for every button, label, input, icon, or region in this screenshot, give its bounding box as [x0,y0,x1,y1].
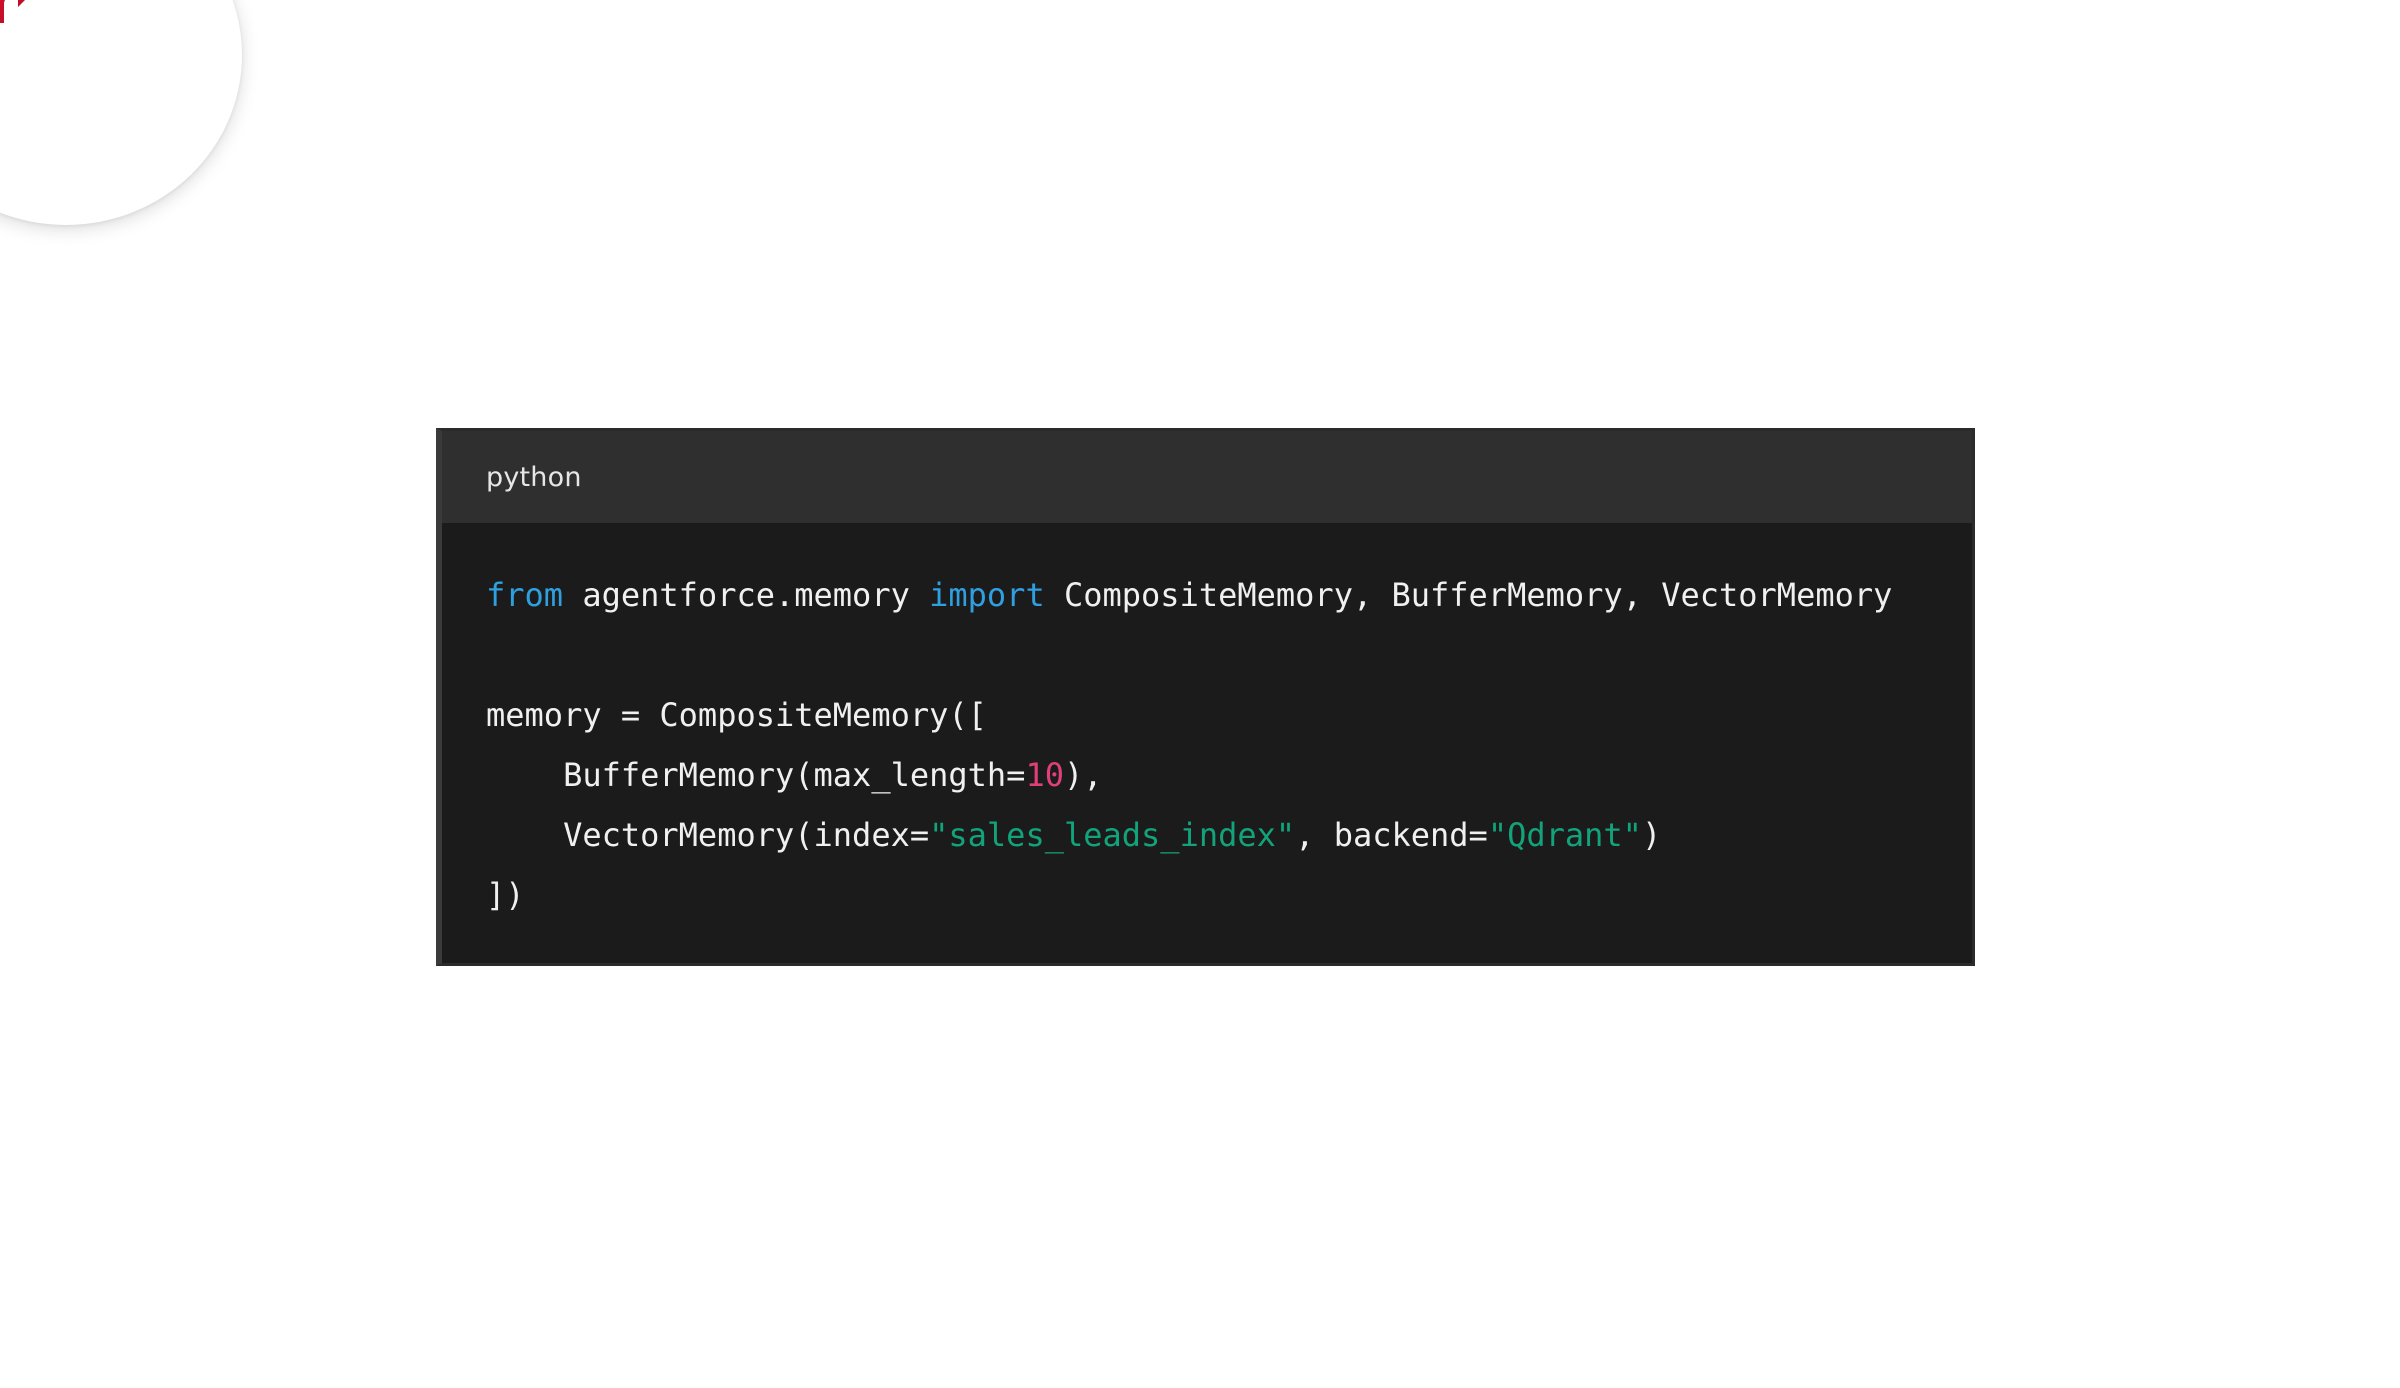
code-string: "Qdrant" [1487,816,1642,854]
code-content[interactable]: from agentforce.memory import CompositeM… [442,523,1972,925]
code-text: agentforce.memory [563,576,930,614]
code-block-header: python [442,431,1972,523]
code-text: VectorMemory(index= [486,816,930,854]
code-string: "sales_leads_index" [929,816,1296,854]
code-line: ]) [486,865,1972,925]
code-text: memory = CompositeMemory([ [486,696,987,734]
code-text: ) [1641,816,1662,854]
code-text: ]) [486,876,525,914]
code-block: python from agentforce.memory import Com… [436,428,1975,966]
agentforce-logo-icon [0,0,25,23]
code-line: BufferMemory(max_length=10), [486,745,1972,805]
code-keyword: import [929,576,1045,614]
code-keyword: from [486,576,564,614]
code-text: BufferMemory(max_length= [486,756,1026,794]
code-text: CompositeMemory, BufferMemory, VectorMem… [1044,576,1893,614]
code-line: from agentforce.memory import CompositeM… [486,565,1972,625]
code-language-label: python [486,461,582,493]
logo-badge [0,0,242,225]
code-number: 10 [1025,756,1064,794]
code-line: VectorMemory(index="sales_leads_index", … [486,805,1972,865]
code-text: , backend= [1295,816,1488,854]
code-line: memory = CompositeMemory([ [486,685,1972,745]
page: python from agentforce.memory import Com… [0,0,2400,1388]
code-text: ), [1063,756,1103,794]
